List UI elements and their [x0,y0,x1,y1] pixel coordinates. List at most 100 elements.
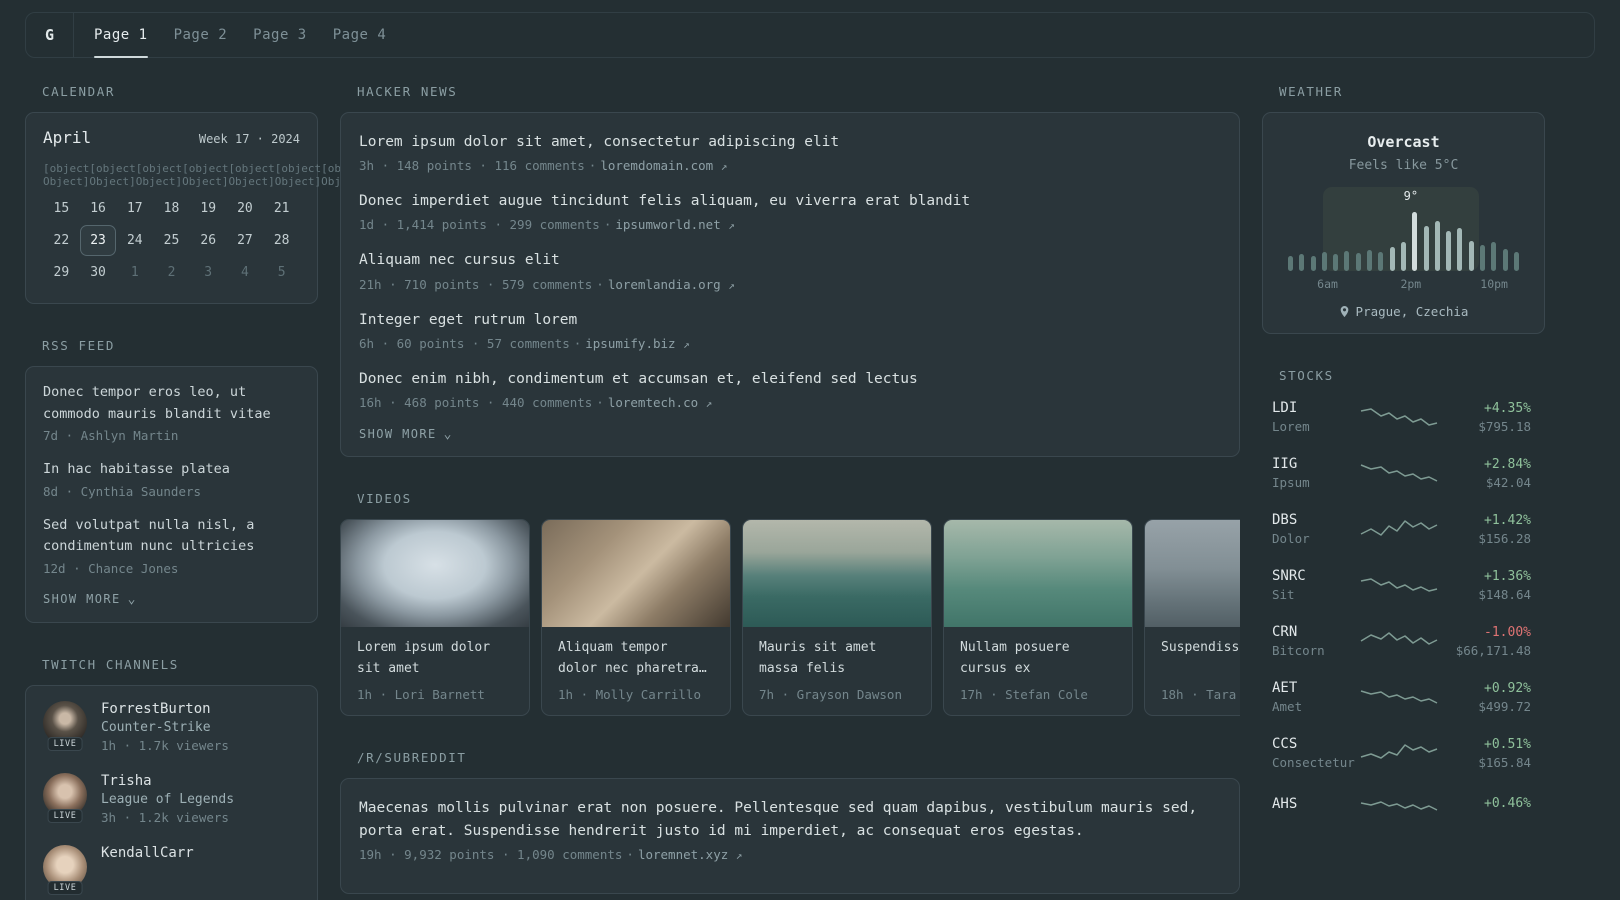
video-thumbnail [743,519,931,627]
twitch-channel-row[interactable]: LIVE Trisha League of Legends 3h · 1.2k … [43,772,300,825]
calendar-day[interactable]: 4 [227,257,264,288]
calendar-day[interactable]: 19 [190,193,227,224]
weather-hour-bar[interactable] [1446,231,1452,271]
video-card[interactable]: Nullam posuere cursus ex 17h · Stefan Co… [943,518,1133,716]
hackernews-item-title[interactable]: Donec enim nibh, condimentum et accumsan… [359,368,1221,391]
calendar-day[interactable]: 16 [80,193,117,224]
weather-hour-bar[interactable] [1502,248,1508,271]
calendar-day[interactable]: 1 [116,257,153,288]
hackernews-item-domain[interactable]: loremlandia.org ↗ [608,277,735,292]
calendar-day[interactable]: 27 [227,225,264,256]
weather-hour-bar[interactable] [1412,212,1418,271]
stock-row[interactable]: DBS Dolor +1.42% $156.28 [1272,512,1531,546]
weather-hour-bar[interactable] [1480,244,1486,271]
calendar-day[interactable]: 20 [227,193,264,224]
rss-item-title[interactable]: In hac habitasse platea [43,459,300,481]
left-column: CALENDAR April Week 17 · 2024 [object Ob… [25,84,368,900]
stock-ticker: IIG [1272,456,1298,472]
twitch-channel-name[interactable]: Trisha [101,773,234,789]
app-logo[interactable]: G [26,13,74,57]
weather-hour-bar[interactable] [1378,251,1384,271]
weather-hour-bar[interactable] [1310,255,1316,271]
weather-hour-bar[interactable] [1491,242,1497,271]
video-card[interactable]: Mauris sit amet massa felis 7h · Grayson… [742,518,932,716]
page-tab[interactable]: Page 1 [94,13,148,58]
rss-item-title[interactable]: Sed volutpat nulla nisl, a condimentum n… [43,515,300,558]
video-card[interactable]: Lorem ipsum dolor sit amet consectetu… 1… [340,518,530,716]
video-meta: 17h · Stefan Cole [960,686,1088,702]
hackernews-item-domain[interactable]: loremdomain.com ↗ [600,158,727,173]
hackernews-item-title[interactable]: Integer eget rutrum lorem [359,309,1221,332]
hackernews-item-domain[interactable]: loremtech.co ↗ [608,395,712,410]
subreddit-post-domain[interactable]: loremnet.xyz ↗ [638,847,742,862]
stock-row[interactable]: IIG Ipsum +2.84% $42.04 [1272,456,1531,490]
stock-row[interactable]: LDI Lorem +4.35% $795.18 [1272,400,1531,434]
weather-hour-bar[interactable] [1434,221,1440,271]
calendar-day[interactable]: 29 [43,257,80,288]
page-tab[interactable]: Page 3 [253,13,307,57]
rss-show-more-button[interactable]: SHOW MORE ⌄ [43,592,300,607]
calendar-day[interactable]: 3 [190,257,227,288]
calendar-day[interactable]: 23 [79,225,117,256]
calendar-day[interactable]: 26 [190,225,227,256]
weather-hour-bar[interactable] [1400,242,1406,271]
video-card[interactable]: Suspendisse diam 18h · Tara [1144,518,1240,716]
video-card[interactable]: Aliquam tempor dolor nec pharetra… 1h · … [541,518,731,716]
video-body: Nullam posuere cursus ex 17h · Stefan Co… [944,627,1132,715]
calendar-day[interactable]: 24 [116,225,153,256]
calendar-day[interactable]: 21 [263,193,300,224]
calendar-day[interactable]: 25 [153,225,190,256]
stock-row[interactable]: SNRC Sit +1.36% $148.64 [1272,568,1531,602]
video-body: Lorem ipsum dolor sit amet consectetu… 1… [341,627,529,715]
hackernews-item-domain[interactable]: ipsumworld.net ↗ [615,217,735,232]
calendar-day[interactable]: 17 [116,193,153,224]
twitch-channel-name[interactable]: ForrestBurton [101,701,229,717]
calendar-weekday-row: [object Object] [object Object] [object Ob… [43,155,368,193]
weather-hour-bar[interactable] [1321,252,1327,271]
weather-hour-bar[interactable] [1468,241,1474,271]
stock-change: -1.00% [1484,624,1531,640]
rss-item: Donec tempor eros leo, ut commodo mauris… [43,382,300,443]
domain-text: ipsumworld.net [615,217,721,233]
weather-hour-bar[interactable] [1457,227,1463,271]
stock-row[interactable]: CCS Consectetur +0.51% $165.84 [1272,736,1531,770]
calendar-day[interactable]: 2 [153,257,190,288]
hackernews-show-more-button[interactable]: SHOW MORE ⌄ [359,427,1221,442]
weather-hour-bar[interactable] [1389,247,1395,271]
stock-row[interactable]: AHS +0.46% [1272,792,1531,818]
stock-row[interactable]: CRN Bitcorn -1.00% $66,171.48 [1272,624,1531,658]
calendar-day[interactable]: 22 [43,225,80,256]
calendar-day[interactable]: 5 [263,257,300,288]
calendar-day[interactable]: 30 [80,257,117,288]
calendar-day[interactable]: 28 [263,225,300,256]
weather-hour-bar[interactable] [1355,253,1361,271]
weather-hour-bar[interactable] [1344,251,1350,271]
weather-hour-bar[interactable] [1513,252,1519,271]
page-tabs: Page 1 Page 2 Page 3 Page 4 [74,13,387,58]
hackernews-item-title[interactable]: Aliquam nec cursus elit [359,249,1221,272]
stock-row[interactable]: AET Amet +0.92% $499.72 [1272,680,1531,714]
twitch-channel-row[interactable]: LIVE ForrestBurton Counter-Strike 1h · 1… [43,700,300,753]
weather-hour-bar[interactable] [1367,249,1373,271]
page-tab[interactable]: Page 4 [333,13,387,57]
stock-name: Bitcorn [1272,643,1325,658]
twitch-channel-name[interactable]: KendallCarr [101,845,194,861]
calendar-day[interactable]: 15 [43,193,80,224]
calendar-day[interactable]: 18 [153,193,190,224]
weather-hour-bar[interactable] [1299,253,1305,271]
chevron-down-icon: ⌄ [127,591,136,607]
twitch-channel-row[interactable]: LIVE KendallCarr [43,844,300,895]
page-tab[interactable]: Page 2 [174,13,228,57]
weather-hour-bar[interactable] [1333,254,1339,271]
twitch-card: LIVE ForrestBurton Counter-Strike 1h · 1… [25,684,318,900]
subreddit-post-title[interactable]: Maecenas mollis pulvinar erat non posuer… [359,797,1221,843]
hackernews-item-domain[interactable]: ipsumify.biz ↗ [585,336,689,351]
hackernews-item-title[interactable]: Lorem ipsum dolor sit amet, consectetur … [359,131,1221,154]
rss-item-title[interactable]: Donec tempor eros leo, ut commodo mauris… [43,382,300,425]
hackernews-item-title[interactable]: Donec imperdiet augue tincidunt felis al… [359,190,1221,213]
weather-hour-bar[interactable] [1288,256,1293,271]
hackernews-widget: HACKER NEWS Lorem ipsum dolor sit amet, … [340,84,1240,457]
meta-separator: · [596,276,604,292]
stock-sparkline-path [1360,464,1437,482]
weather-hour-bar[interactable] [1423,226,1429,271]
